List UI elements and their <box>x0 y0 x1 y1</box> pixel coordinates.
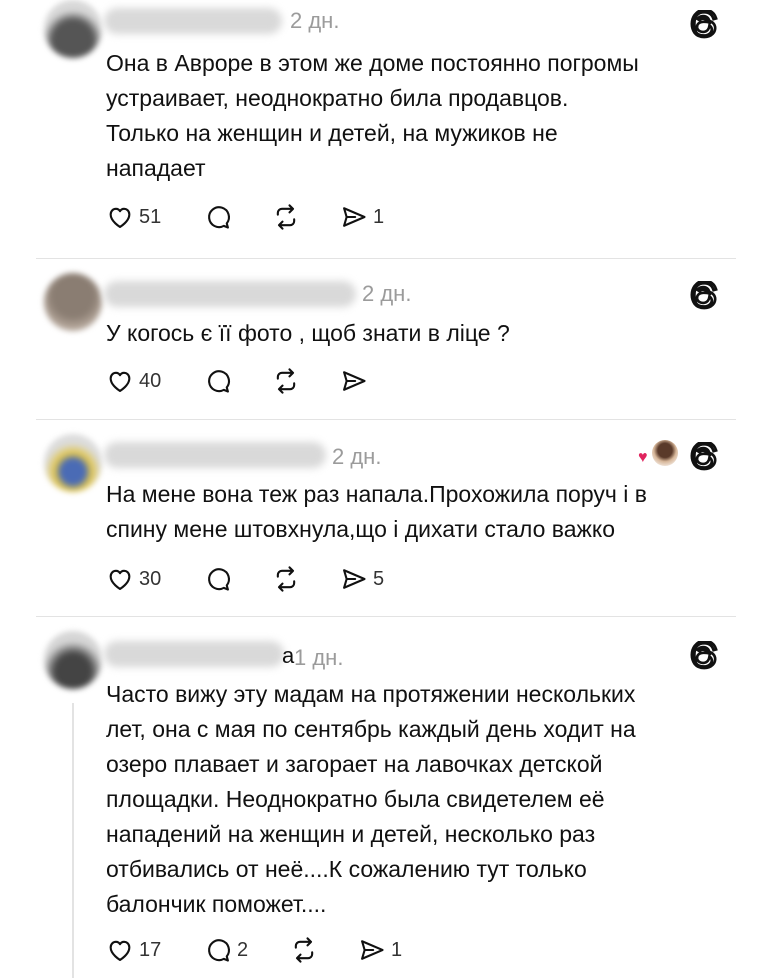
repost-icon <box>290 936 318 964</box>
like-count: 17 <box>139 938 162 961</box>
share-button[interactable]: 5 <box>340 565 384 593</box>
avatar[interactable] <box>44 631 102 689</box>
post-2: 2 дн. У когось є її фото , щоб знати в л… <box>0 259 772 419</box>
username[interactable] <box>104 442 326 468</box>
avatar[interactable] <box>44 434 102 492</box>
post-3: 2 дн. ♥ На мене вона теж раз напала.Прох… <box>0 420 772 616</box>
post-time: 1 дн. <box>294 645 344 670</box>
repost-button[interactable] <box>272 367 340 395</box>
post-4: а 1 дн. Часто вижу эту мадам на протяжен… <box>0 617 772 978</box>
username[interactable] <box>104 641 284 667</box>
post-text: Она в Авроре в этом же доме постоянно по… <box>106 50 639 181</box>
post-text: Часто вижу эту мадам на протяжении неско… <box>106 681 636 917</box>
comment-icon <box>204 936 232 964</box>
share-icon <box>340 203 368 231</box>
like-button[interactable]: 51 <box>106 203 204 231</box>
share-button[interactable]: 1 <box>358 936 402 964</box>
reaction-heart: ♥ <box>638 449 648 466</box>
like-count: 30 <box>139 567 162 590</box>
share-icon <box>340 367 368 395</box>
repost-button[interactable] <box>272 565 340 593</box>
username-tail: а <box>282 643 295 668</box>
share-count: 1 <box>391 938 403 961</box>
share-count: 5 <box>373 567 385 590</box>
like-count: 51 <box>139 205 162 228</box>
like-count: 40 <box>139 369 162 392</box>
comment-icon <box>204 565 232 593</box>
threads-logo-icon[interactable] <box>690 641 720 671</box>
heart-icon <box>106 565 134 593</box>
avatar[interactable] <box>44 0 102 58</box>
reply-count: 2 <box>237 938 249 961</box>
comment-icon <box>204 367 232 395</box>
reply-button[interactable] <box>204 565 272 593</box>
heart-icon <box>106 367 134 395</box>
threads-logo-icon[interactable] <box>690 281 720 311</box>
reaction-avatar <box>652 440 678 466</box>
heart-with-avatar-icon[interactable]: ♥ <box>638 440 678 470</box>
username[interactable] <box>104 8 282 34</box>
repost-icon <box>272 565 300 593</box>
reply-button[interactable] <box>204 203 272 231</box>
post-actions: 30 5 <box>106 562 384 596</box>
post-text: На мене вона теж раз напала.Прохожила по… <box>106 481 647 542</box>
post-time: 2 дн. <box>290 8 340 33</box>
share-count: 1 <box>373 205 385 228</box>
threads-logo-icon[interactable] <box>690 10 720 40</box>
like-button[interactable]: 17 <box>106 936 204 964</box>
thread-line <box>72 703 74 978</box>
repost-button[interactable] <box>272 203 340 231</box>
share-icon <box>340 565 368 593</box>
post-1: 2 дн. Она в Авроре в этом же доме постоя… <box>0 0 772 258</box>
post-actions: 40 <box>106 364 368 398</box>
threads-logo-icon[interactable] <box>690 442 720 472</box>
repost-icon <box>272 367 300 395</box>
avatar[interactable] <box>44 273 102 331</box>
reply-button[interactable] <box>204 367 272 395</box>
heart-icon <box>106 936 134 964</box>
comment-icon <box>204 203 232 231</box>
post-time: 2 дн. <box>332 444 382 469</box>
post-actions: 17 2 1 <box>106 933 402 967</box>
heart-icon <box>106 203 134 231</box>
repost-button[interactable] <box>290 936 358 964</box>
repost-icon <box>272 203 300 231</box>
post-time: 2 дн. <box>362 281 412 306</box>
post-text: У когось є її фото , щоб знати в ліце ? <box>106 320 510 346</box>
share-button[interactable]: 1 <box>340 203 384 231</box>
post-actions: 51 1 <box>106 200 384 234</box>
reply-button[interactable]: 2 <box>204 936 290 964</box>
like-button[interactable]: 30 <box>106 565 204 593</box>
username[interactable] <box>104 281 356 307</box>
share-button[interactable] <box>340 367 368 395</box>
like-button[interactable]: 40 <box>106 367 204 395</box>
share-icon <box>358 936 386 964</box>
